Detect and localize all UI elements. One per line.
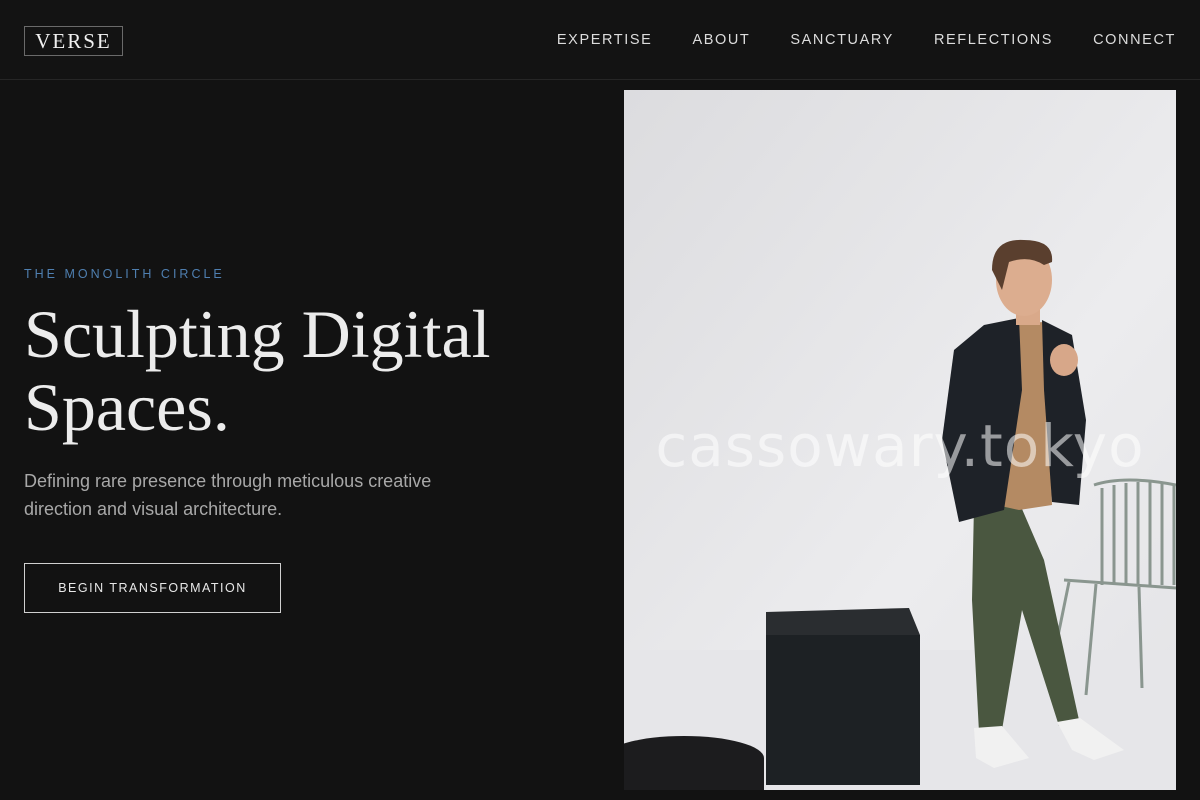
hero-eyebrow: THE MONOLITH CIRCLE — [24, 267, 225, 281]
hero-headline: Sculpting Digital Spaces. — [24, 298, 584, 444]
image-watermark: cassowary.tokyo — [655, 412, 1145, 480]
hero-headline-line-2: Spaces. — [24, 369, 230, 445]
nav-link-about[interactable]: ABOUT — [692, 32, 750, 48]
hero-photo: cassowary.tokyo — [624, 90, 1176, 790]
hero-description: Defining rare presence through meticulou… — [24, 471, 432, 519]
nav-link-reflections[interactable]: REFLECTIONS — [934, 32, 1053, 48]
hero-headline-line-1: Sculpting Digital — [24, 296, 491, 372]
nav-link-expertise[interactable]: EXPERTISE — [557, 32, 653, 48]
nav-link-sanctuary[interactable]: SANCTUARY — [790, 32, 894, 48]
main-nav: EXPERTISE ABOUT SANCTUARY REFLECTIONS CO… — [557, 30, 1176, 50]
site-header: VERSE EXPERTISE ABOUT SANCTUARY REFLECTI… — [0, 0, 1200, 80]
begin-transformation-button[interactable]: BEGIN TRANSFORMATION — [24, 563, 281, 613]
nav-link-connect[interactable]: CONNECT — [1093, 32, 1176, 48]
logo[interactable]: VERSE — [24, 26, 123, 56]
